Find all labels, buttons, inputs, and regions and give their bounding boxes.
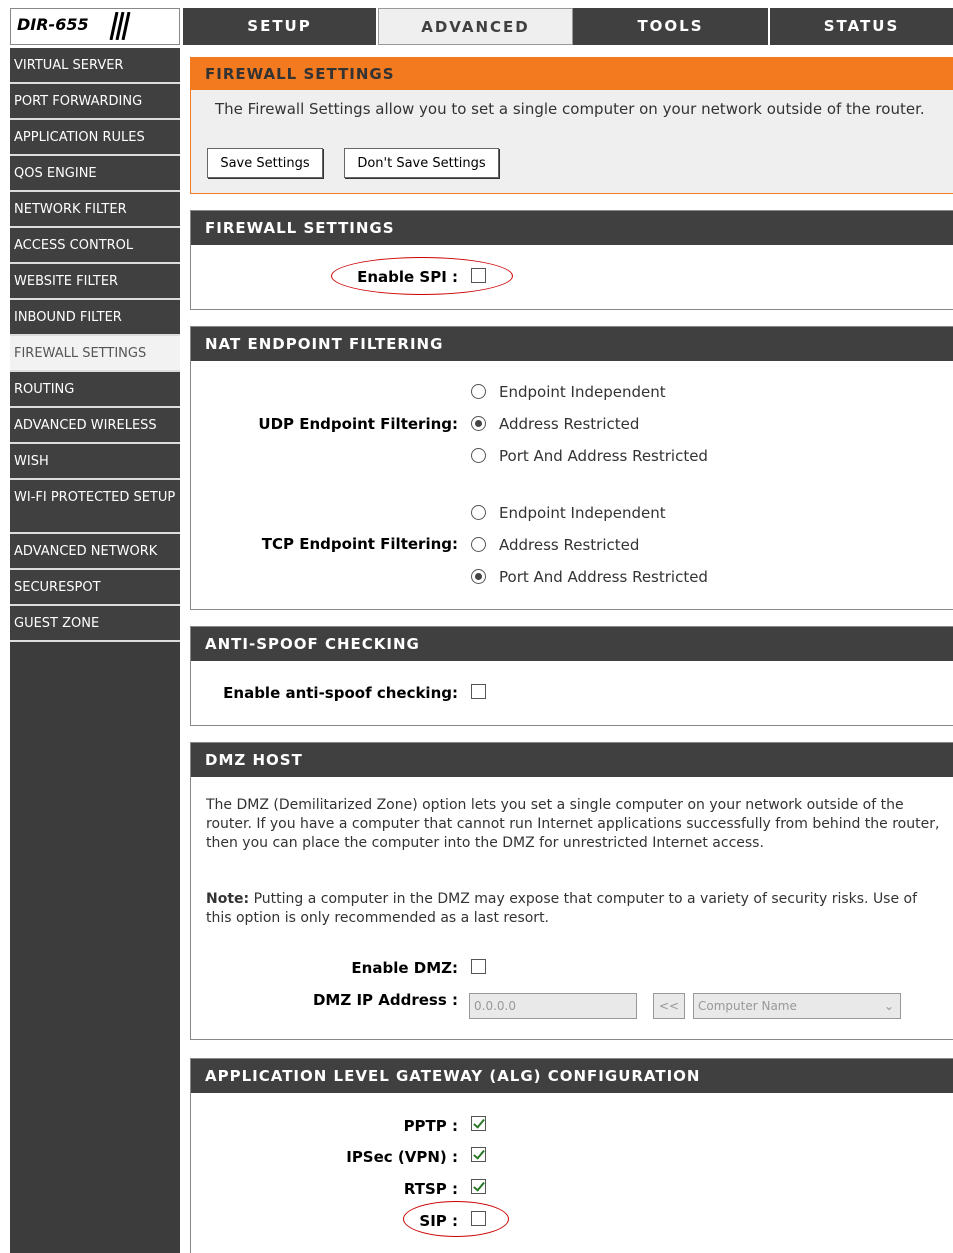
spi-label: Enable SPI : [357,268,458,286]
tab-tools[interactable]: TOOLS [573,8,770,45]
udp-endpoint-independent-radio[interactable] [471,384,486,399]
alg-ipsec-label: IPSec (VPN) : [346,1148,458,1166]
dmz-title: DMZ HOST [191,743,953,777]
nat-panel: NAT ENDPOINT FILTERING UDP Endpoint Filt… [190,326,953,610]
tcp-option-label: Address Restricted [499,536,640,554]
top-bar: DIR-655 SETUP ADVANCED TOOLS STATUS [0,0,953,45]
tab-advanced[interactable]: ADVANCED [378,8,573,45]
sidebar-item-securespot[interactable]: SECURESPOT [10,570,180,606]
sidebar-item-qos-engine[interactable]: QOS ENGINE [10,156,180,192]
model-name: DIR-655 [17,15,89,34]
sidebar-item-firewall-settings[interactable]: FIREWALL SETTINGS [10,336,180,372]
alg-sip-checkbox[interactable] [471,1211,486,1226]
sidebar-item-label: ROUTING [14,382,75,397]
udp-option-label: Port And Address Restricted [499,447,708,465]
dmz-panel: DMZ HOST The DMZ (Demilitarized Zone) op… [190,742,953,1040]
udp-option-label: Endpoint Independent [499,383,666,401]
firewall-title: FIREWALL SETTINGS [191,211,953,245]
sidebar-item-guest-zone[interactable]: GUEST ZONE [10,606,180,642]
dmz-note: Note: Putting a computer in the DMZ may … [206,890,941,928]
tcp-option-label: Endpoint Independent [499,504,666,522]
alg-pptp-checkbox[interactable] [471,1116,486,1131]
sidebar-item-label: QOS ENGINE [14,166,97,181]
sidebar-item-inbound-filter[interactable]: INBOUND FILTER [10,300,180,336]
sidebar-item-label: PORT FORWARDING [14,94,143,109]
antispoof-label: Enable anti-spoof checking: [223,684,458,702]
sidebar-item-website-filter[interactable]: WEBSITE FILTER [10,264,180,300]
sidebar-item-port-forwarding[interactable]: PORT FORWARDING [10,84,180,120]
alg-rtsp-label: RTSP : [403,1180,458,1198]
sidebar-item-access-control[interactable]: ACCESS CONTROL [10,228,180,264]
sidebar-item-label: SECURESPOT [14,580,101,595]
alg-panel: APPLICATION LEVEL GATEWAY (ALG) CONFIGUR… [190,1058,953,1253]
chevron-down-icon: ⌄ [883,999,894,1013]
udp-option-label: Address Restricted [499,415,640,433]
sidebar-item-routing[interactable]: ROUTING [10,372,180,408]
sidebar: VIRTUAL SERVER PORT FORWARDING APPLICATI… [10,48,180,1253]
sidebar-item-virtual-server[interactable]: VIRTUAL SERVER [10,48,180,84]
udp-address-restricted-radio[interactable] [471,416,486,431]
tab-status[interactable]: STATUS [770,8,953,45]
alg-rtsp-checkbox[interactable] [471,1179,486,1194]
sidebar-item-wish[interactable]: WISH [10,444,180,480]
alg-title: APPLICATION LEVEL GATEWAY (ALG) CONFIGUR… [191,1059,953,1093]
intro-text: The Firewall Settings allow you to set a… [215,100,925,118]
computer-name-select-value: Computer Name [698,999,797,1013]
nat-title: NAT ENDPOINT FILTERING [191,327,953,361]
sidebar-item-wifi-protected-setup[interactable]: WI-FI PROTECTED SETUP [10,480,180,534]
sidebar-item-label: FIREWALL SETTINGS [14,346,147,361]
dont-save-settings-button[interactable]: Don't Save Settings [344,148,499,178]
logo: DIR-655 [10,8,180,45]
dmz-note-text: Putting a computer in the DMZ may expose… [206,891,918,926]
sidebar-item-label: APPLICATION RULES [14,130,145,145]
sidebar-item-label: ADVANCED WIRELESS [14,418,157,433]
tcp-address-restricted-radio[interactable] [471,537,486,552]
sidebar-item-label: ACCESS CONTROL [14,238,134,253]
enable-dmz-label: Enable DMZ: [351,959,458,977]
dmz-ip-input[interactable]: 0.0.0.0 [469,993,637,1019]
intro-panel: FIREWALL SETTINGS The Firewall Settings … [190,57,953,194]
antispoof-panel: ANTI-SPOOF CHECKING Enable anti-spoof ch… [190,626,953,726]
udp-port-address-restricted-radio[interactable] [471,448,486,463]
enable-dmz-checkbox[interactable] [471,959,486,974]
copy-computer-button[interactable]: << [653,993,685,1019]
firewall-panel: FIREWALL SETTINGS Enable SPI : [190,210,953,310]
dmz-note-label: Note: [206,891,250,907]
alg-ipsec-checkbox[interactable] [471,1147,486,1162]
sidebar-item-label: GUEST ZONE [14,616,100,631]
antispoof-title: ANTI-SPOOF CHECKING [191,627,953,661]
tcp-option-label: Port And Address Restricted [499,568,708,586]
sidebar-item-advanced-wireless[interactable]: ADVANCED WIRELESS [10,408,180,444]
sidebar-item-advanced-network[interactable]: ADVANCED NETWORK [10,534,180,570]
save-settings-button[interactable]: Save Settings [207,148,323,178]
udp-filtering-label: UDP Endpoint Filtering: [258,415,458,433]
sidebar-item-label: NETWORK FILTER [14,202,127,217]
dmz-description: The DMZ (Demilitarized Zone) option lets… [206,797,940,851]
computer-name-select[interactable]: Computer Name ⌄ [693,993,901,1019]
antispoof-checkbox[interactable] [471,684,486,699]
sidebar-item-label: VIRTUAL SERVER [14,58,124,73]
spi-checkbox[interactable] [471,268,486,283]
sidebar-item-application-rules[interactable]: APPLICATION RULES [10,120,180,156]
alg-sip-label: SIP : [419,1212,458,1230]
intro-title: FIREWALL SETTINGS [191,58,953,90]
sidebar-item-label: WEBSITE FILTER [14,274,119,289]
alg-pptp-label: PPTP : [403,1117,458,1135]
sidebar-item-label: WI-FI PROTECTED SETUP [14,490,176,505]
sidebar-item-network-filter[interactable]: NETWORK FILTER [10,192,180,228]
tcp-port-address-restricted-radio[interactable] [471,569,486,584]
tcp-endpoint-independent-radio[interactable] [471,505,486,520]
sidebar-item-label: WISH [14,454,49,469]
sidebar-item-label: INBOUND FILTER [14,310,122,325]
tcp-filtering-label: TCP Endpoint Filtering: [261,535,458,553]
sidebar-item-label: ADVANCED NETWORK [14,544,158,559]
tab-setup[interactable]: SETUP [183,8,378,45]
dmz-ip-label: DMZ IP Address : [312,991,458,1009]
logo-slashes-icon [109,12,131,40]
